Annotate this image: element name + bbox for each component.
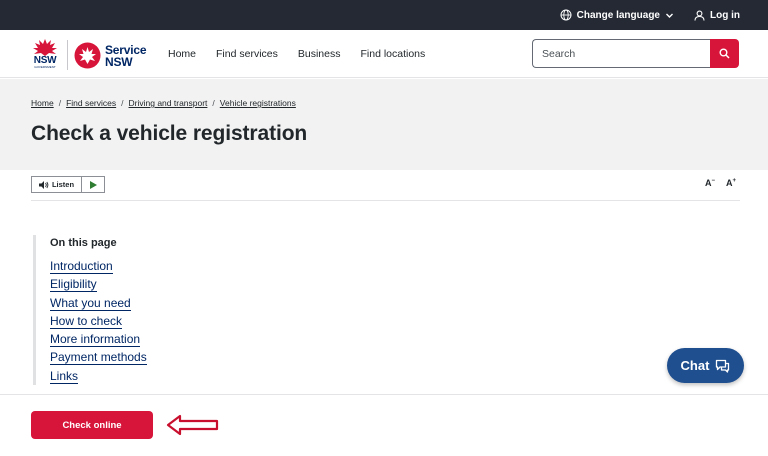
top-utility-bar: Change language Log in (0, 0, 768, 30)
list-item: How to check (50, 313, 147, 331)
breadcrumb-find-services[interactable]: Find services (66, 98, 116, 108)
on-this-page-links: Introduction Eligibility What you need H… (50, 258, 147, 386)
list-item: Eligibility (50, 276, 147, 294)
breadcrumb-separator: / (121, 98, 124, 108)
chat-button[interactable]: Chat (667, 348, 744, 383)
nav-business[interactable]: Business (298, 48, 341, 60)
check-online-label: Check online (62, 419, 122, 431)
change-language-label: Change language (576, 9, 660, 21)
link-what-you-need[interactable]: What you need (50, 295, 131, 311)
listen-label: Listen (51, 180, 75, 189)
link-links[interactable]: Links (50, 368, 79, 384)
font-decrease-button[interactable]: A− (705, 178, 715, 188)
search-input[interactable] (532, 39, 710, 68)
nav-home[interactable]: Home (168, 48, 196, 60)
service-nsw-emblem-icon[interactable] (74, 42, 101, 69)
chat-label: Chat (680, 358, 710, 373)
font-increase-sign: + (732, 178, 737, 184)
search-button[interactable] (710, 39, 739, 68)
logo-divider (67, 40, 68, 70)
nav-find-locations[interactable]: Find locations (360, 48, 425, 60)
link-eligibility[interactable]: Eligibility (50, 277, 97, 293)
font-increase-button[interactable]: A+ (726, 178, 736, 188)
on-this-page-title: On this page (50, 237, 117, 249)
breadcrumb-separator: / (212, 98, 215, 108)
page-title: Check a vehicle registration (31, 122, 308, 145)
list-item: Links (50, 368, 147, 386)
nav-find-services[interactable]: Find services (216, 48, 278, 60)
search-icon (719, 48, 730, 59)
nsw-government-logo[interactable]: NSW GOVERNMENT (30, 38, 60, 72)
listen-widget: Listen (31, 176, 105, 193)
chat-bubble-icon (716, 359, 730, 373)
breadcrumb-home[interactable]: Home (31, 98, 54, 108)
breadcrumb-vehicle-registrations[interactable]: Vehicle registrations (220, 98, 296, 108)
service-wordmark-line2: NSW (105, 55, 133, 69)
breadcrumb-driving-transport[interactable]: Driving and transport (129, 98, 208, 108)
play-button[interactable] (82, 177, 104, 192)
list-item: Introduction (50, 258, 147, 276)
left-arrow-annotation-icon (166, 414, 219, 436)
search-form (532, 39, 739, 68)
page-hero: Home / Find services / Driving and trans… (0, 79, 768, 170)
login-label: Log in (710, 9, 740, 21)
user-icon (694, 10, 705, 21)
link-payment-methods[interactable]: Payment methods (50, 350, 147, 366)
breadcrumb: Home / Find services / Driving and trans… (31, 98, 296, 108)
listen-button[interactable]: Listen (32, 177, 82, 192)
change-language-button[interactable]: Change language (560, 9, 674, 21)
section-divider (0, 394, 768, 395)
globe-icon (560, 9, 572, 21)
play-icon (89, 180, 97, 189)
chevron-down-icon (666, 13, 673, 18)
breadcrumb-separator: / (58, 98, 62, 108)
main-nav: Home Find services Business Find locatio… (168, 30, 425, 78)
login-button[interactable]: Log in (694, 10, 740, 21)
list-item: Payment methods (50, 349, 147, 367)
link-how-to-check[interactable]: How to check (50, 313, 123, 329)
site-header: NSW GOVERNMENT Service NSW Home Find ser… (0, 30, 768, 78)
divider (31, 200, 740, 201)
link-introduction[interactable]: Introduction (50, 259, 113, 274)
government-logo-text: GOVERNMENT (34, 65, 56, 69)
list-item: What you need (50, 295, 147, 313)
font-decrease-sign: − (711, 178, 716, 184)
check-online-button[interactable]: Check online (31, 411, 153, 439)
service-nsw-wordmark[interactable]: Service NSW (105, 44, 147, 69)
link-more-information[interactable]: More information (50, 332, 141, 348)
on-this-page-bar (33, 235, 36, 385)
speaker-icon (38, 180, 49, 189)
waratah-icon (33, 39, 57, 56)
list-item: More information (50, 331, 147, 349)
